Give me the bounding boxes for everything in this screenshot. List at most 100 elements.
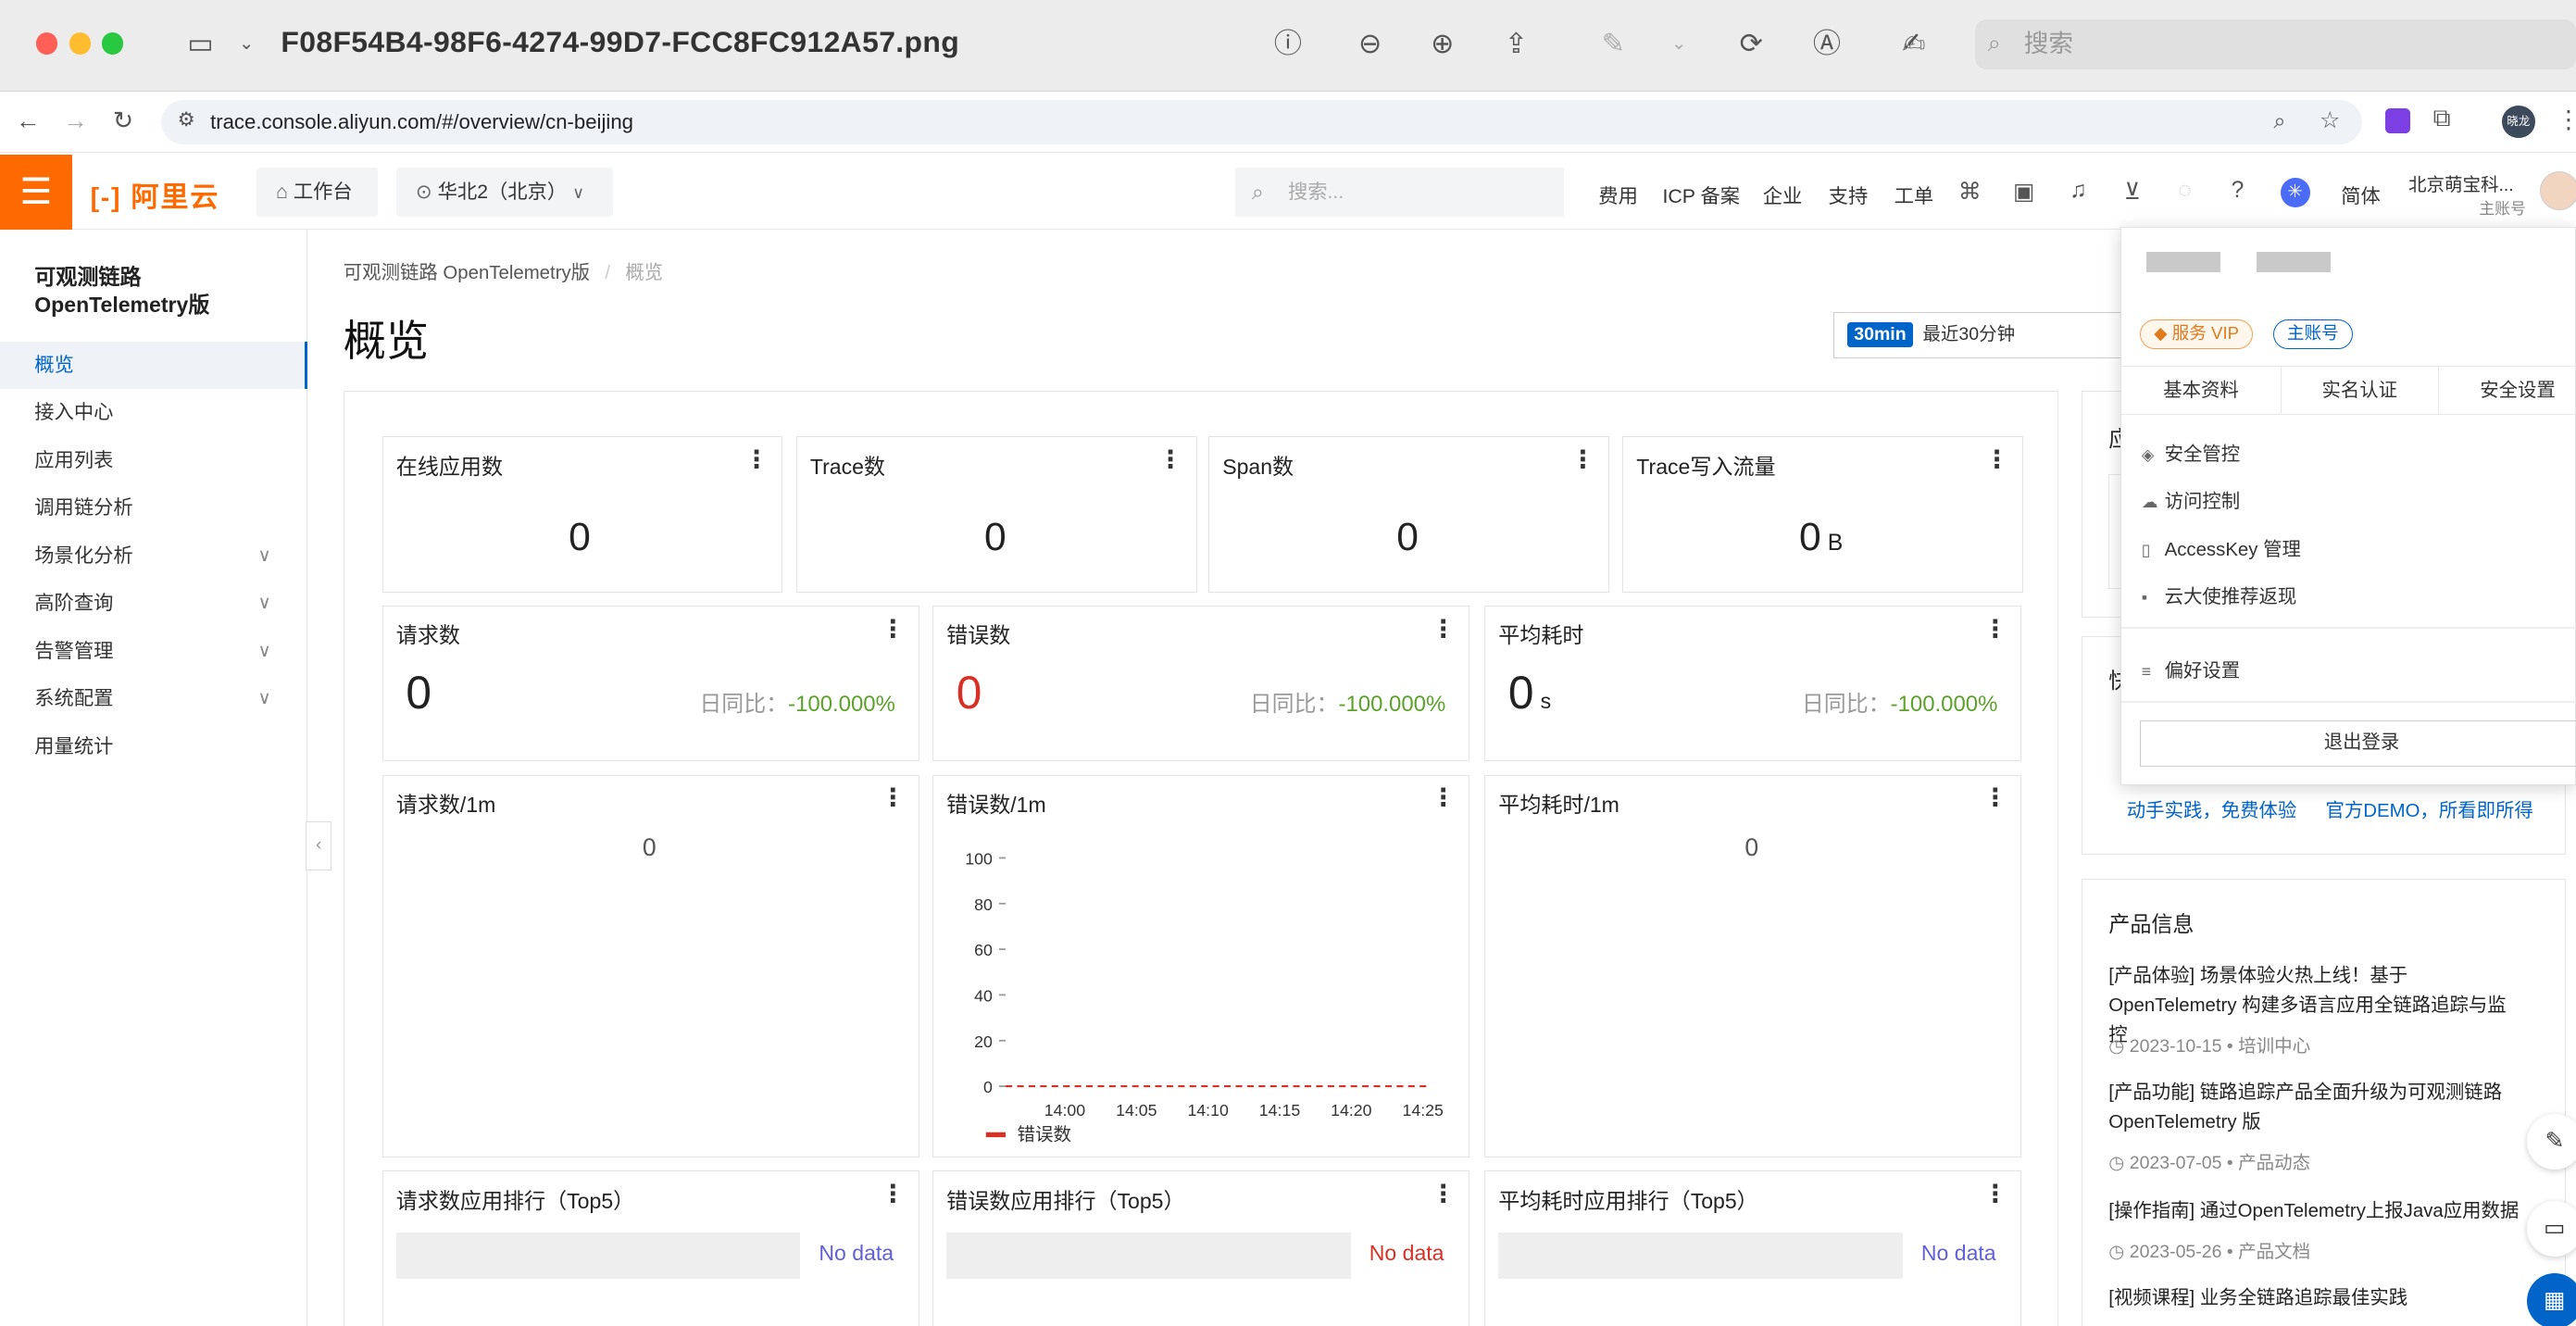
assistant-icon[interactable]: ✳: [2280, 177, 2310, 207]
tab-real-name[interactable]: 实名认证: [2281, 365, 2439, 416]
x-tick-label: 14:15: [1259, 1101, 1301, 1120]
menu-item-referral[interactable]: ▪ 云大使推荐返现: [2142, 581, 2297, 608]
apps-grid-icon[interactable]: ▦: [2526, 1273, 2576, 1326]
menu-item-preferences[interactable]: ≡ 偏好设置: [2142, 655, 2240, 682]
zoom-window-button[interactable]: [102, 32, 124, 55]
rotate-icon[interactable]: ⟳: [1732, 26, 1771, 62]
chevron-down-icon[interactable]: ⌄: [1659, 26, 1699, 62]
annotate-icon[interactable]: Ⓐ: [1807, 26, 1847, 62]
menu-icon[interactable]: ☰: [0, 154, 73, 231]
back-icon[interactable]: ←: [13, 106, 43, 135]
card-title: 错误数应用排行（Top5）: [946, 1188, 1185, 1213]
site-info-icon[interactable]: ⚙: [178, 108, 195, 131]
chevron-down-icon[interactable]: ⌄: [227, 26, 267, 62]
more-icon[interactable]: ⋮: [881, 1180, 906, 1208]
more-icon[interactable]: ⋮: [744, 445, 769, 474]
link-hands-on[interactable]: 动手实践，免费体验: [2127, 794, 2297, 822]
tab-basic-info[interactable]: 基本资料: [2121, 365, 2282, 416]
more-icon[interactable]: ⋮: [1431, 615, 1456, 644]
extension-icon[interactable]: [2385, 108, 2410, 133]
tab-security[interactable]: 安全设置: [2438, 365, 2576, 416]
chart-card-requests-per-min: 请求数/1m ⋮ 0: [381, 774, 919, 1157]
x-tick-label: 14:25: [1402, 1101, 1444, 1120]
nav-link-cost[interactable]: 费用: [1598, 181, 1638, 209]
more-icon[interactable]: ⋮: [1984, 445, 2009, 474]
sidebar-item-integration[interactable]: 接入中心: [0, 389, 307, 436]
legend-label[interactable]: 错误数: [1017, 1124, 1071, 1145]
minimize-window-button[interactable]: [69, 32, 91, 55]
address-bar[interactable]: ⚙ trace.console.aliyun.com/#/overview/cn…: [160, 100, 2363, 145]
region-selector[interactable]: ⊙ 华北2（北京） ∨: [395, 167, 613, 218]
news-link[interactable]: [操作指南] 通过OpenTelemetry上报Java应用数据: [2108, 1197, 2552, 1227]
menu-item-accesskey[interactable]: ▯ AccessKey 管理: [2142, 533, 2301, 561]
more-icon[interactable]: ⋮: [881, 615, 906, 644]
workspace-button[interactable]: ⌂ 工作台: [256, 167, 379, 218]
card-title: 平均耗时: [1498, 623, 1584, 648]
sidebar-item-trace-analysis[interactable]: 调用链分析: [0, 484, 307, 532]
time-range-selector[interactable]: 30min 最近30分钟: [1833, 312, 2130, 358]
more-icon[interactable]: ⋮: [1431, 783, 1456, 812]
zoom-icon[interactable]: ⌕: [2273, 108, 2285, 133]
extensions-puzzle-icon[interactable]: ⧉: [2433, 104, 2451, 133]
more-icon[interactable]: ⋮: [881, 783, 906, 812]
logout-button[interactable]: 退出登录: [2140, 720, 2576, 767]
more-icon[interactable]: ⋮: [1982, 1180, 2007, 1208]
nav-link-enterprise[interactable]: 企业: [1763, 181, 1803, 209]
signature-icon[interactable]: ✍: [1894, 26, 1934, 62]
menu-item-access-control[interactable]: ☁ 访问控制: [2142, 485, 2240, 513]
close-window-button[interactable]: [36, 32, 58, 55]
sidebar-item-overview[interactable]: 概览: [0, 342, 307, 390]
help-icon[interactable]: ?: [2224, 178, 2250, 204]
code-icon[interactable]: ⌘: [1957, 178, 1982, 206]
menu-item-security-control[interactable]: ◈ 安全管控: [2142, 438, 2240, 466]
mac-search-field[interactable]: ⌕ 搜索: [1974, 19, 2576, 69]
link-official-demo[interactable]: 官方DEMO，所看即所得: [2325, 794, 2532, 822]
sidebar-item-scenario[interactable]: 场景化分析 ∨: [0, 532, 307, 580]
time-range-badge: 30min: [1847, 322, 1913, 347]
nav-link-icp[interactable]: ICP 备案: [1662, 181, 1740, 209]
x-tick-label: 14:10: [1187, 1101, 1229, 1120]
nav-link-support[interactable]: 支持: [1829, 181, 1869, 209]
forward-icon[interactable]: →: [61, 106, 91, 135]
bookmark-star-icon[interactable]: ☆: [2320, 106, 2340, 134]
info-icon[interactable]: ⓘ: [1269, 26, 1308, 62]
sidebar-item-apps[interactable]: 应用列表: [0, 437, 307, 484]
sidebar-item-advanced-query[interactable]: 高阶查询 ∨: [0, 580, 307, 627]
more-icon[interactable]: ⋮: [1431, 1180, 1456, 1208]
terminal-icon[interactable]: ▣: [2011, 178, 2037, 206]
sidebar-item-usage[interactable]: 用量统计: [0, 723, 307, 770]
markup-pen-icon[interactable]: ✎: [1594, 26, 1633, 62]
stat-card-errors: 错误数 ⋮ 0 日同比：-100.000%: [932, 605, 1470, 762]
sidebar-item-system-config[interactable]: 系统配置 ∨: [0, 675, 307, 722]
nav-link-ticket[interactable]: 工单: [1894, 181, 1934, 209]
bell-icon[interactable]: ♫: [2065, 178, 2091, 204]
profile-avatar[interactable]: 晓龙: [2502, 105, 2535, 138]
account-name[interactable]: 北京萌宝科...: [2408, 169, 2514, 196]
language-switch[interactable]: 简体: [2341, 181, 2381, 209]
cmp-label: 日同比：: [1249, 692, 1339, 718]
zoom-out-icon[interactable]: ⊖: [1350, 26, 1390, 62]
sidebar-item-alerts[interactable]: 告警管理 ∨: [0, 628, 307, 675]
more-icon[interactable]: ⋮: [1982, 615, 2007, 644]
x-tick-label: 14:20: [1331, 1101, 1372, 1120]
aliyun-logo[interactable]: [-] 阿里云: [91, 174, 220, 215]
lightbulb-icon[interactable]: ◌: [2171, 178, 2197, 204]
more-menu-icon[interactable]: ⋮: [2557, 106, 2576, 134]
placeholder-bar: [1498, 1232, 1903, 1279]
url-text: trace.console.aliyun.com/#/overview/cn-b…: [210, 109, 633, 133]
card-title: 错误数/1m: [946, 793, 1046, 818]
breadcrumb-root[interactable]: 可观测链路 OpenTelemetry版: [344, 263, 590, 283]
more-icon[interactable]: ⋮: [1982, 783, 2007, 812]
console-search-input[interactable]: ⌕ 搜索...: [1235, 167, 1565, 218]
news-link[interactable]: [产品功能] 链路追踪产品全面升级为可观测链路 OpenTelemetry 版: [2108, 1079, 2520, 1138]
news-link[interactable]: [视频课程] 业务全链路追踪最佳实践: [2108, 1284, 2520, 1314]
collapse-sidebar-button[interactable]: ‹: [306, 821, 332, 871]
share-icon[interactable]: ⇪: [1496, 26, 1536, 62]
reload-icon[interactable]: ↻: [108, 106, 138, 135]
more-icon[interactable]: ⋮: [1158, 445, 1183, 474]
avatar[interactable]: [2539, 170, 2576, 211]
more-icon[interactable]: ⋮: [1570, 445, 1595, 474]
zoom-in-icon[interactable]: ⊕: [1422, 26, 1462, 62]
sidebar-toggle-icon[interactable]: ▭: [181, 26, 220, 62]
cart-icon[interactable]: ⊻: [2120, 178, 2145, 206]
